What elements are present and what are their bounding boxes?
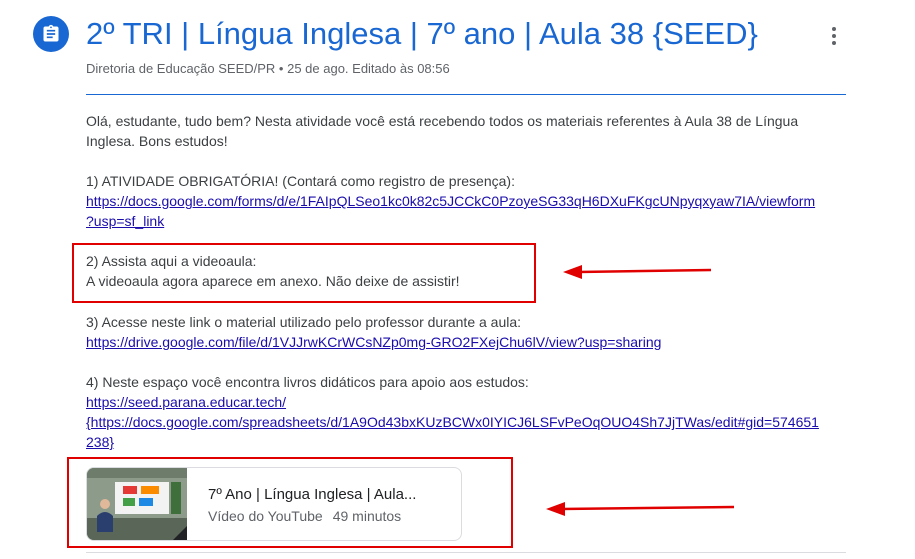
annotation-box-videoaula <box>72 243 536 303</box>
bottom-divider <box>86 552 846 553</box>
item-1: 1) ATIVIDADE OBRIGATÓRIA! (Contará como … <box>86 171 815 231</box>
item-1-text: 1) ATIVIDADE OBRIGATÓRIA! (Contará como … <box>86 173 515 189</box>
annotation-box-attachment <box>67 457 513 548</box>
more-vert-icon[interactable] <box>822 22 846 50</box>
intro-line-2: Inglesa. Bons estudos! <box>86 133 228 149</box>
assignment-icon <box>33 16 69 52</box>
seed-link[interactable]: https://seed.parana.educar.tech/ <box>86 394 286 410</box>
title-divider <box>86 94 846 95</box>
item-3-text: 3) Acesse neste link o material utilizad… <box>86 314 522 330</box>
post-title: 2º TRI | Língua Inglesa | 7º ano | Aula … <box>86 16 758 51</box>
annotation-arrow-2 <box>546 502 735 516</box>
spreadsheet-link[interactable]: {https://docs.google.com/spreadsheets/d/… <box>86 412 819 452</box>
author: Diretoria de Educação SEED/PR <box>86 61 276 76</box>
annotation-arrow-1 <box>563 265 712 279</box>
item-3: 3) Acesse neste link o material utilizad… <box>86 312 661 352</box>
intro-line-1: Olá, estudante, tudo bem? Nesta atividad… <box>86 113 799 129</box>
post-date: • 25 de ago. Editado às 08:56 <box>275 61 450 76</box>
item-4: 4) Neste espaço você encontra livros did… <box>86 372 819 452</box>
post-meta: Diretoria de Educação SEED/PR • 25 de ag… <box>86 61 450 76</box>
intro-text: Olá, estudante, tudo bem? Nesta atividad… <box>86 111 798 151</box>
item-4-text: 4) Neste espaço você encontra livros did… <box>86 374 529 390</box>
forms-link[interactable]: https://docs.google.com/forms/d/e/1FAIpQ… <box>86 193 815 229</box>
drive-link[interactable]: https://drive.google.com/file/d/1VJJrwKC… <box>86 334 661 350</box>
